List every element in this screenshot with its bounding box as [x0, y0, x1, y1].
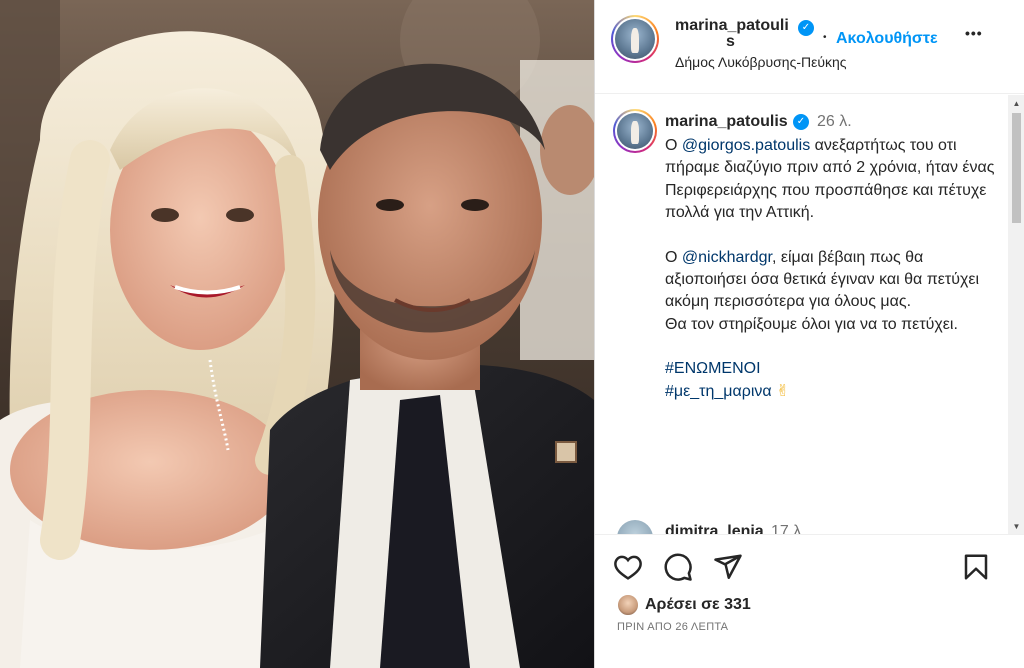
more-options-button[interactable]: ••• [965, 25, 983, 41]
mention-link[interactable]: @giorgos.patoulis [682, 137, 810, 154]
victory-hand-emoji: ✌ [776, 382, 790, 400]
author-avatar[interactable] [611, 15, 659, 63]
caption-paragraph-1: Ο @giorgos.patoulis ανεξαρτήτως του οτι … [665, 135, 995, 225]
hashtag-link[interactable]: #ΕΝΩΜΕΝΟΙ [665, 360, 761, 377]
comments-section[interactable]: marina_patoulis ✓ 26 λ. Ο @giorgos.patou… [595, 95, 1024, 535]
mention-link[interactable]: @nickhardgr [682, 249, 772, 266]
post-photo-image [0, 0, 594, 668]
post-location[interactable]: Δήμος Λυκόβρυσης-Πεύκης [675, 54, 847, 70]
verified-badge-icon: ✓ [798, 20, 814, 36]
liker-avatar[interactable] [617, 594, 639, 616]
commenter-avatar[interactable] [617, 520, 653, 534]
header-separator: • [823, 32, 827, 43]
caption-time[interactable]: 26 λ. [817, 113, 852, 131]
caption-paragraph-2: Ο @nickhardgr, είμαι βέβαιη πως θα αξιοπ… [665, 247, 995, 314]
caption-text: Ο @giorgos.patoulis ανεξαρτήτως του οτι … [665, 135, 995, 403]
caption-username[interactable]: marina_patoulis [665, 113, 788, 131]
comments-scrollbar[interactable]: ▲ ▼ [1008, 95, 1024, 534]
post-actions: Αρέσει σε 331 ΠΡΙΝ ΑΠΟ 26 ΛΕΠΤΑ [595, 536, 1024, 668]
post-header: marina_patouli s ✓ • Ακολουθήστε ••• Δήμ… [595, 0, 1024, 94]
caption-text-segment: Ο [665, 248, 682, 266]
caption-text-segment: Ο [665, 137, 682, 154]
verified-badge-icon: ✓ [793, 114, 809, 130]
comment-icon[interactable] [663, 552, 693, 582]
scrollbar-thumb[interactable] [1012, 113, 1021, 223]
commenter-username[interactable]: dimitra_lenia [665, 523, 764, 534]
caption-author-avatar[interactable] [613, 109, 657, 153]
hashtag-link[interactable]: #με_τη_μαρινα [665, 383, 772, 400]
comment-time[interactable]: 17 λ. [771, 523, 806, 534]
likes-count[interactable]: Αρέσει σε 331 [645, 596, 751, 614]
author-username-line2[interactable]: s [726, 33, 735, 51]
scroll-up-arrow-icon[interactable]: ▲ [1008, 95, 1024, 112]
caption-paragraph-3: Θα τον στηρίξουμε όλοι για να το πετύχει… [665, 315, 958, 333]
post-detail-panel: marina_patouli s ✓ • Ακολουθήστε ••• Δήμ… [594, 0, 1024, 668]
heart-icon[interactable] [613, 552, 643, 582]
follow-button[interactable]: Ακολουθήστε [836, 30, 938, 48]
bookmark-icon[interactable] [961, 552, 991, 582]
send-icon[interactable] [713, 552, 743, 582]
scroll-down-arrow-icon[interactable]: ▼ [1008, 518, 1024, 534]
post-photo[interactable] [0, 0, 594, 668]
post-timestamp[interactable]: ΠΡΙΝ ΑΠΟ 26 ΛΕΠΤΑ [617, 621, 728, 633]
